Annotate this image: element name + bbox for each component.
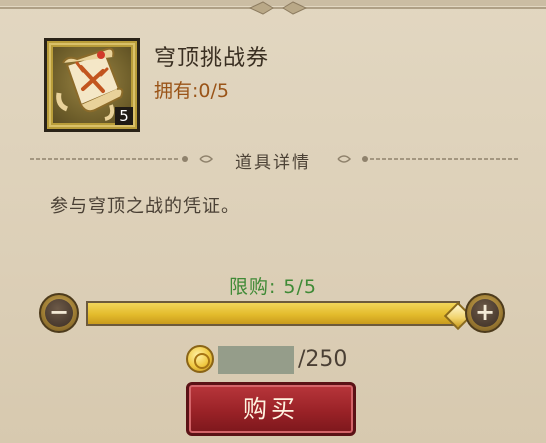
- increase-button[interactable]: +: [465, 293, 505, 333]
- item-description: 参与穹顶之战的凭证。: [50, 196, 240, 217]
- buy-button[interactable]: 购买: [186, 382, 356, 436]
- quantity-slider[interactable]: [86, 301, 473, 331]
- item-name: 穹顶挑战券: [154, 46, 270, 71]
- currency-balance: [218, 346, 294, 374]
- purchase-limit: 限购: 5/5: [228, 276, 318, 298]
- section-title: 道具详情: [235, 153, 311, 173]
- item-detail-panel: 5 穹顶挑战券 拥有:0/5 道具详情 参与穹顶之战的凭证。 限购: 5/5 −…: [0, 0, 546, 443]
- slider-fill: [88, 303, 458, 324]
- coin-icon: [186, 345, 214, 373]
- owned-count: 拥有:0/5: [154, 80, 229, 102]
- item-icon-frame: 5: [44, 38, 140, 132]
- plus-icon: +: [471, 299, 499, 327]
- item-quantity-badge: 5: [115, 107, 133, 125]
- decrease-button[interactable]: −: [39, 293, 79, 333]
- purchase-cost: /250: [298, 347, 348, 372]
- panel-top-border: [0, 0, 546, 15]
- minus-icon: −: [45, 299, 73, 327]
